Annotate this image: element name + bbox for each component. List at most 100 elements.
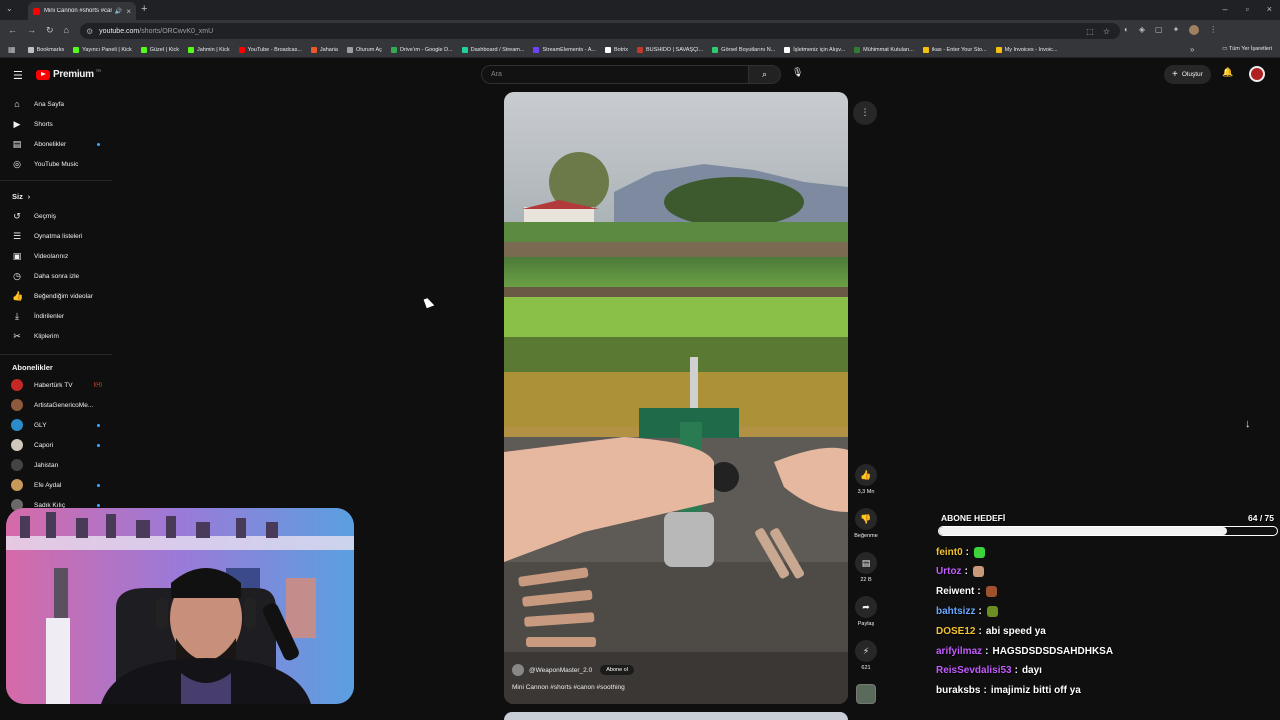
- sidebar-section-you[interactable]: Siz ›: [12, 192, 30, 201]
- bookmark-item[interactable]: Güzel | Kick: [140, 46, 179, 53]
- dislike-button[interactable]: 👎: [855, 508, 877, 530]
- youtube-logo[interactable]: Premium TR: [36, 68, 101, 80]
- sidebar-item-you[interactable]: ◷ Daha sonra izle: [0, 266, 112, 286]
- remix-button[interactable]: ⚡: [855, 640, 877, 662]
- sidebar-item-label: ArtistaGenericoMe...: [34, 401, 94, 409]
- tab-close-icon[interactable]: ×: [126, 7, 131, 16]
- sidebar-divider: [0, 354, 112, 355]
- search-button[interactable]: ⌕: [749, 65, 781, 84]
- bookmark-item[interactable]: ikas - Enter Your Sto...: [922, 46, 987, 53]
- close-window-icon[interactable]: ×: [1267, 4, 1272, 14]
- sidebar-item-channel[interactable]: ArtistaGenericoMe...: [0, 395, 112, 415]
- extensions-puzzle-icon[interactable]: ✦: [1173, 25, 1180, 35]
- channel-name[interactable]: @WeaponMaster_2.0: [529, 667, 592, 674]
- back-icon[interactable]: ←: [8, 25, 17, 36]
- sidebar-item-label: Geçmiş: [34, 212, 57, 220]
- browser-tab[interactable]: Mini Cannon #shorts #cano 🔊 ×: [28, 2, 136, 20]
- account-avatar[interactable]: [1249, 66, 1265, 82]
- site-info-icon[interactable]: ⚙: [86, 27, 93, 36]
- share-button[interactable]: ➦: [855, 596, 877, 618]
- reload-icon[interactable]: ↻: [46, 25, 54, 36]
- extension-icon[interactable]: ▢: [1155, 25, 1163, 35]
- sidebar-section-subscriptions[interactable]: Abonelikler: [12, 363, 53, 372]
- sidebar-item-you[interactable]: ⤓ İndirilenler: [0, 306, 112, 326]
- sidebar-item-you[interactable]: ☰ Oynatma listeleri: [0, 226, 112, 246]
- short-title[interactable]: Mini Cannon #shorts #canon #soothing: [512, 684, 625, 691]
- address-bar[interactable]: ⚙ youtube.com/shorts/ORCwvK0_xmU ⬚ ☆: [80, 23, 1120, 39]
- chat-text: HAGSDSDSDSAHDHKSA: [992, 645, 1114, 657]
- notifications-bell-icon[interactable]: 🔔: [1222, 67, 1233, 78]
- create-button[interactable]: + Oluştur: [1164, 65, 1211, 84]
- restore-icon[interactable]: ▫: [1246, 4, 1249, 14]
- bookmark-item[interactable]: My Invoices - Invoic...: [995, 46, 1058, 53]
- sidebar-item-you[interactable]: ✂ Kliplerim: [0, 326, 112, 346]
- sidebar-item-channel[interactable]: Jahistan: [0, 455, 112, 475]
- bookmark-item[interactable]: Bookmarks: [27, 46, 64, 53]
- sidebar-item-channel[interactable]: Capori: [0, 435, 112, 455]
- sidebar-item-channel[interactable]: Habertürk TV ((•)): [0, 375, 112, 395]
- bookmark-item[interactable]: Yayıncı Paneli | Kick: [73, 46, 132, 53]
- youtube-play-icon: [36, 69, 50, 80]
- downloads-icon: ⤓: [15, 310, 19, 321]
- sidebar-item-label: İndirilenler: [34, 312, 64, 320]
- sidebar-item-main[interactable]: ◎ YouTube Music: [0, 154, 112, 174]
- share-icon: ➦: [862, 602, 870, 612]
- short-video-player[interactable]: @WeaponMaster_2.0 Abone ol Mini Cannon #…: [504, 92, 848, 704]
- sidebar-item-you[interactable]: ▣ Videolarınız: [0, 246, 112, 266]
- bookmark-favicon-icon: [238, 46, 245, 53]
- voice-search-icon[interactable]: 🎙: [792, 67, 803, 78]
- more-bookmarks-icon[interactable]: »: [1190, 45, 1194, 54]
- bookmark-item[interactable]: Oturum Aç: [346, 46, 382, 53]
- chat-text: dayı: [1021, 665, 1042, 677]
- sidebar-item-label: Jahistan: [34, 461, 59, 469]
- bookmark-item[interactable]: Dashboard / Stream...: [461, 46, 524, 53]
- next-short-preview[interactable]: [504, 712, 848, 720]
- apps-icon[interactable]: ▦: [8, 45, 16, 54]
- menu-hamburger-icon[interactable]: ☰: [13, 69, 23, 82]
- tab-audio-icon[interactable]: 🔊: [115, 8, 122, 15]
- bookmark-item[interactable]: Görsel Boyutlarını N...: [712, 46, 775, 53]
- sidebar-item-main[interactable]: ▤ Abonelikler: [0, 134, 112, 154]
- more-options-icon[interactable]: ⋮: [853, 101, 877, 125]
- like-button[interactable]: 👍: [855, 464, 877, 486]
- sidebar-item-you[interactable]: 👍 Beğendiğim videolar: [0, 286, 112, 306]
- sidebar-item-you[interactable]: ↺ Geçmiş: [0, 206, 112, 226]
- chat-separator: :: [978, 605, 982, 617]
- forward-icon[interactable]: →: [27, 25, 36, 36]
- profile-avatar[interactable]: [1189, 25, 1200, 35]
- bookmark-item[interactable]: Jaharia: [310, 46, 338, 53]
- comments-button[interactable]: ▤: [855, 552, 877, 574]
- bookmark-favicon-icon: [922, 46, 929, 53]
- extension-icon[interactable]: ◐: [1124, 25, 1129, 35]
- bookmark-star-icon[interactable]: ☆: [1103, 27, 1110, 36]
- bookmark-item[interactable]: Botrix: [604, 46, 628, 53]
- sidebar-item-main[interactable]: ▶ Shorts: [0, 114, 112, 134]
- bookmark-favicon-icon: [712, 46, 719, 53]
- bookmark-item[interactable]: Drive'ım - Google D...: [390, 46, 453, 53]
- tab-search-icon[interactable]: ⌄: [6, 4, 13, 13]
- bookmark-item[interactable]: YouTube - Broadcas...: [238, 46, 302, 53]
- bookmark-item[interactable]: BUSHIDO | SAVAŞÇI...: [637, 46, 703, 53]
- streamer-webcam: [6, 508, 354, 704]
- home-browser-icon[interactable]: ⌂: [64, 25, 69, 36]
- next-short-arrow-icon[interactable]: ↓: [1245, 418, 1251, 430]
- bookmark-item[interactable]: Mühimmat Kutuları...: [854, 46, 914, 53]
- sidebar-item-main[interactable]: ⌂ Ana Sayfa: [0, 94, 112, 114]
- remix-count: 621: [861, 665, 871, 671]
- install-app-icon[interactable]: ⬚: [1086, 27, 1094, 36]
- minimize-icon[interactable]: –: [1223, 4, 1228, 14]
- bookmark-item[interactable]: Jahmin | Kick: [187, 46, 230, 53]
- browser-menu-icon[interactable]: ⋮: [1209, 25, 1217, 35]
- bookmark-item[interactable]: İşletmeniz için Alışv...: [784, 46, 845, 53]
- all-bookmarks[interactable]: ▭ Tüm Yer İşaretleri: [1222, 46, 1272, 52]
- sidebar-item-channel[interactable]: Efe Aydal: [0, 475, 112, 495]
- bookmark-item[interactable]: StreamElements - A...: [533, 46, 596, 53]
- subscribe-button[interactable]: Abone ol: [600, 665, 634, 675]
- sidebar-item-channel[interactable]: GLY: [0, 415, 112, 435]
- search-input[interactable]: Ara: [481, 65, 749, 84]
- sound-thumbnail[interactable]: [856, 684, 876, 704]
- extension-icon[interactable]: ◈: [1139, 25, 1145, 35]
- channel-avatar[interactable]: [512, 664, 524, 676]
- bookmark-favicon-icon: [533, 46, 540, 53]
- new-tab-icon[interactable]: +: [141, 3, 147, 15]
